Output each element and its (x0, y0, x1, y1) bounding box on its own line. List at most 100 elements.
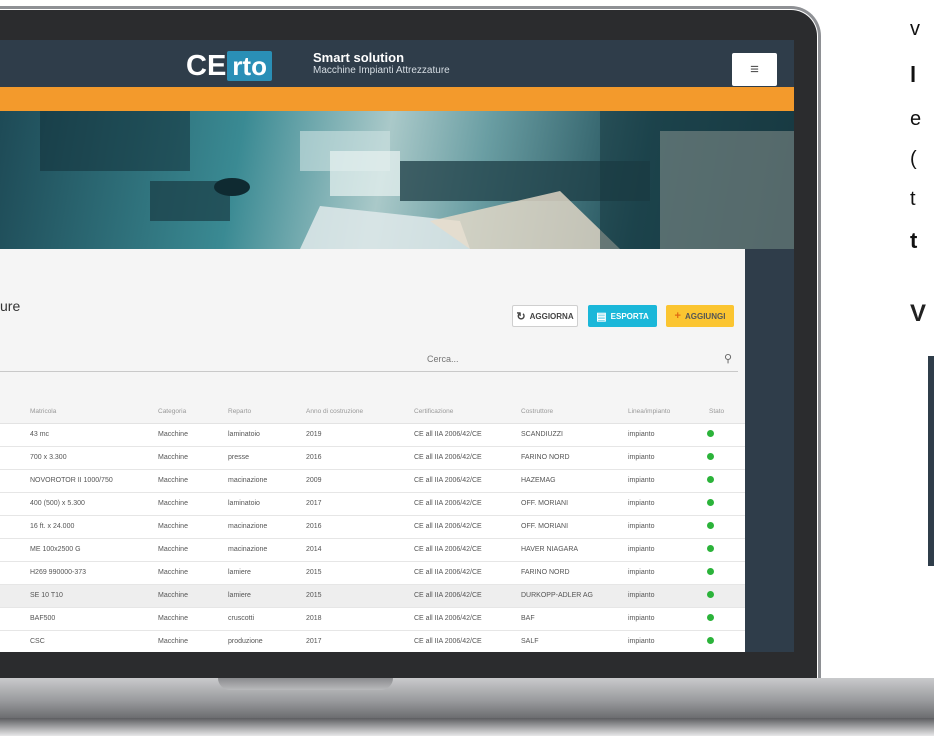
status-dot-icon (707, 499, 714, 506)
table-cell: 2016 (306, 454, 322, 461)
certo-logo[interactable]: CE rto (186, 49, 272, 82)
page-title: ure (0, 298, 21, 314)
table-cell: 400 (500) x 5.300 (30, 500, 85, 507)
table-cell: HAVER NIAGARA (521, 546, 579, 553)
hamburger-icon: ≡ (750, 61, 759, 78)
table-cell: 16 ft. x 24.000 (30, 523, 75, 530)
table-cell: 2015 (306, 592, 322, 599)
side-panel (745, 249, 794, 652)
table-cell: CE all IIA 2006/42/CE (414, 615, 482, 622)
table-cell: impianto (628, 523, 655, 530)
menu-button[interactable]: ≡ (732, 53, 777, 86)
column-header[interactable]: Categoria (158, 408, 186, 415)
table-cell: produzione (228, 638, 263, 645)
plus-icon: + (674, 310, 681, 322)
search-input[interactable] (425, 353, 699, 365)
table-row[interactable]: 16 ft. x 24.000 Macchine macinazione 2016 CE… (0, 516, 745, 539)
table-cell: BAF500 (30, 615, 56, 622)
table-cell: 2018 (306, 615, 322, 622)
app-screen: CE rto Smart solution Macchine Impianti … (0, 40, 794, 652)
laptop-base (0, 678, 934, 718)
column-header[interactable]: Matricola (30, 408, 56, 415)
table-cell: lamiere (228, 592, 251, 599)
side-text-line: t (910, 228, 918, 253)
add-button-label: AGGIUNGI (684, 311, 726, 321)
table-cell: macinazione (228, 546, 268, 553)
tagline-title: Smart solution (313, 50, 405, 65)
status-dot-icon (707, 545, 714, 552)
status-dot-icon (707, 476, 714, 483)
add-button[interactable]: + AGGIUNGI (666, 305, 734, 327)
table-cell: cruscotti (228, 615, 255, 622)
table-row[interactable]: CSC Macchine produzione 2017 CE all IIA 2006… (0, 631, 745, 652)
brand-tagline: Smart solution Macchine Impianti Attrezz… (313, 51, 450, 77)
table-row[interactable]: 400 (500) x 5.300 Macchine laminatoio 2017 C… (0, 493, 745, 516)
table-cell: 700 x 3.300 (30, 454, 67, 461)
table-cell: 43 mc (30, 431, 50, 438)
search-icon[interactable]: ⚲ (724, 352, 732, 365)
table-cell: OFF. MORIANI (521, 523, 569, 530)
table-cell: Macchine (158, 592, 188, 599)
table-cell: macinazione (228, 477, 268, 484)
table-cell: impianto (628, 546, 655, 553)
status-dot-icon (707, 430, 714, 437)
table-header: Matricola Categoria Reparto Anno di cost… (0, 399, 745, 424)
table-cell: macinazione (228, 523, 268, 530)
table-cell: 2016 (306, 523, 322, 530)
table-row[interactable]: H269 990000-373 Macchine lamiere 2015 CE all… (0, 562, 745, 585)
side-text-line: v (910, 18, 920, 40)
column-header[interactable]: Reparto (228, 408, 251, 415)
logo-text-ce: CE (186, 49, 227, 82)
table-cell: Macchine (158, 431, 188, 438)
status-dot-icon (707, 614, 714, 621)
export-button[interactable]: ▤ ESPORTA (588, 305, 657, 327)
table-row[interactable]: SE 10 T10 Macchine lamiere 2015 CE all IIA 2… (0, 585, 745, 608)
table-cell: impianto (628, 569, 655, 576)
table-cell: impianto (628, 431, 655, 438)
table-row[interactable]: ME 100x2500 G Macchine macinazione 2014 CE a… (0, 539, 745, 562)
table-cell: CE all IIA 2006/42/CE (414, 500, 482, 507)
table-cell: Macchine (158, 477, 188, 484)
table-cell: lamiere (228, 569, 251, 576)
table-cell: laminatoio (228, 431, 260, 438)
table-cell: laminatoio (228, 500, 260, 507)
laptop-base-shadow (0, 718, 934, 736)
column-header[interactable]: Stato (709, 408, 724, 415)
side-text-line: ( (910, 148, 917, 170)
table-cell: CE all IIA 2006/42/CE (414, 638, 482, 645)
status-dot-icon (707, 591, 714, 598)
status-dot-icon (707, 568, 714, 575)
table-cell: CE all IIA 2006/42/CE (414, 592, 482, 599)
refresh-button[interactable]: ↻ AGGIORNA (512, 305, 578, 327)
column-header[interactable]: Certificazione (414, 408, 453, 415)
top-navbar: CE rto Smart solution Macchine Impianti … (0, 40, 794, 87)
table-row[interactable]: NOVOROTOR II 1000/750 Macchine macinazione… (0, 470, 745, 493)
search-bar: ⚲ (0, 349, 738, 372)
table-cell: impianto (628, 592, 655, 599)
main-content: ure ↻ AGGIORNA ▤ ESPORTA + AGGIUNGI ⚲ Ma… (0, 249, 745, 652)
column-header[interactable]: Costruttore (521, 408, 553, 415)
table-row[interactable]: 700 x 3.300 Macchine presse 2016 CE all IIA … (0, 447, 745, 470)
table-row[interactable]: 43 mc Macchine laminatoio 2019 CE all IIA 20… (0, 424, 745, 447)
logo-text-rto: rto (227, 51, 272, 81)
table-cell: Macchine (158, 500, 188, 507)
table-cell: BAF (521, 615, 535, 622)
table-cell: Macchine (158, 569, 188, 576)
table-row[interactable]: BAF500 Macchine cruscotti 2018 CE all IIA 20… (0, 608, 745, 631)
hero-banner-image (0, 111, 794, 249)
table-cell: impianto (628, 615, 655, 622)
table-cell: SALF (521, 638, 539, 645)
table-cell: H269 990000-373 (30, 569, 87, 576)
table-cell: impianto (628, 454, 655, 461)
refresh-button-label: AGGIORNA (529, 311, 574, 321)
side-callout-border (928, 356, 934, 566)
table-cell: impianto (628, 638, 655, 645)
side-text-line: e (910, 108, 922, 130)
table-cell: 2017 (306, 638, 322, 645)
status-dot-icon (707, 522, 714, 529)
table-cell: impianto (628, 500, 655, 507)
side-text-line: t (910, 188, 916, 210)
table-cell: Macchine (158, 523, 188, 530)
column-header[interactable]: Linea/impianto (628, 408, 670, 415)
column-header[interactable]: Anno di costruzione (306, 408, 363, 415)
